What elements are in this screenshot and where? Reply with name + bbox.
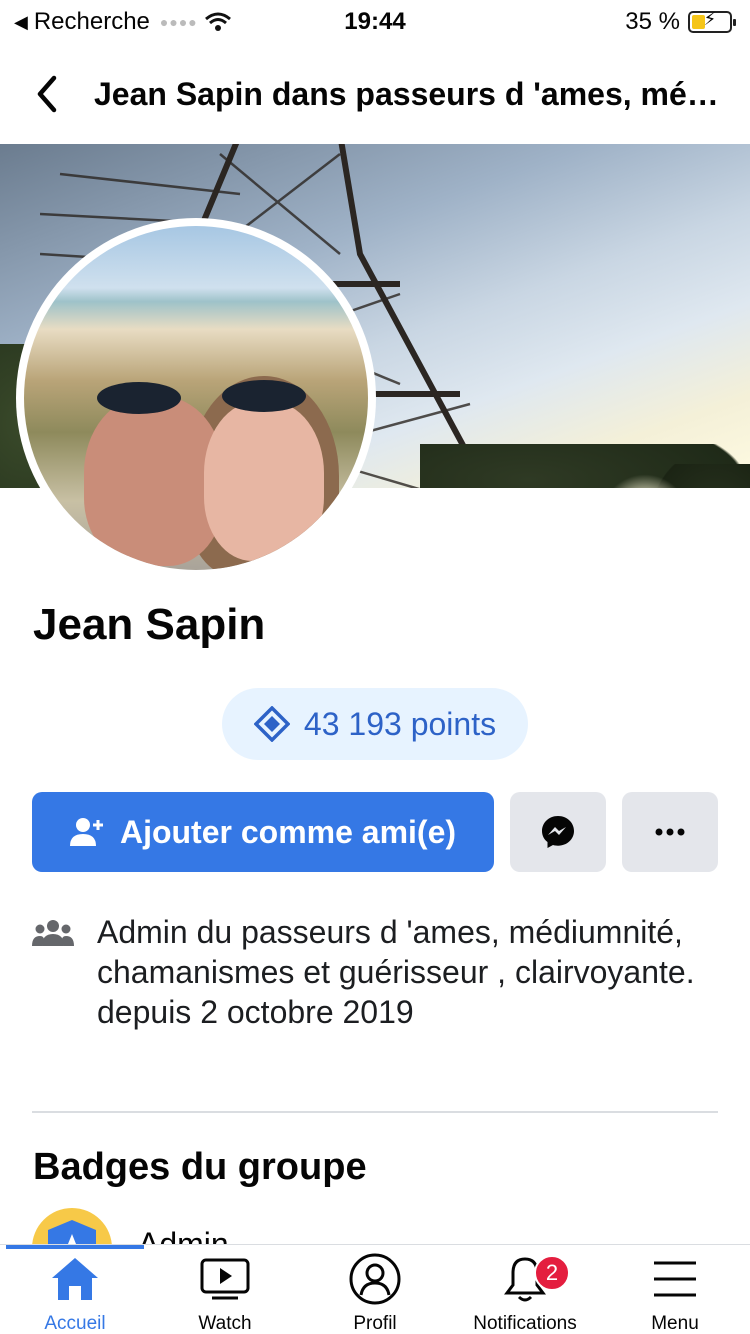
more-options-button[interactable]: [622, 792, 718, 872]
menu-icon: [654, 1261, 696, 1297]
more-dots-icon: [655, 828, 685, 836]
points-label: 43 193 points: [303, 705, 497, 742]
admin-prefix: Admin du: [97, 914, 242, 950]
messenger-button[interactable]: [510, 792, 606, 872]
tab-home[interactable]: Accueil: [0, 1251, 150, 1334]
tab-notifications-label: Notifications: [473, 1313, 577, 1334]
points-diamond-icon: [253, 706, 290, 742]
tab-menu-label: Menu: [651, 1313, 699, 1334]
status-right: 35 % ⚡: [625, 8, 736, 36]
profile-name: Jean Sapin: [33, 600, 266, 649]
tab-menu[interactable]: Menu: [600, 1251, 750, 1334]
tab-profile[interactable]: Profil: [300, 1251, 450, 1334]
watch-icon: [200, 1258, 250, 1300]
notifications-count-badge: 2: [534, 1255, 570, 1291]
active-tab-indicator: [6, 1245, 144, 1249]
page-header: Jean Sapin dans passeurs d 'ames, médium…: [0, 48, 750, 142]
group-members-icon: [32, 920, 74, 946]
add-user-icon: [69, 818, 103, 846]
tab-watch-label: Watch: [198, 1313, 252, 1334]
tab-profile-label: Profil: [353, 1313, 397, 1334]
tab-watch[interactable]: Watch: [150, 1251, 300, 1334]
points-badge[interactable]: 43 193 points: [222, 688, 528, 760]
tab-notifications[interactable]: 2 Notifications: [450, 1251, 600, 1334]
profile-icon: [349, 1253, 401, 1305]
page-title: Jean Sapin dans passeurs d 'ames, médium…: [94, 76, 720, 112]
badges-section-title: Badges du groupe: [33, 1146, 367, 1188]
back-chevron-icon[interactable]: [30, 70, 66, 118]
bottom-tab-bar: Accueil Watch Profil 2 Notifications Men…: [0, 1244, 750, 1334]
home-icon: [52, 1258, 98, 1300]
section-divider: [32, 1111, 718, 1113]
profile-avatar[interactable]: [16, 218, 376, 578]
battery-icon: ⚡: [688, 9, 736, 33]
battery-percent: 35 %: [625, 8, 680, 35]
add-friend-button[interactable]: Ajouter comme ami(e): [32, 792, 494, 872]
add-friend-label: Ajouter comme ami(e): [119, 813, 457, 850]
admin-info-text: Admin du passeurs d 'ames, médiumnité, c…: [97, 912, 717, 1032]
admin-since: depuis 2 octobre 2019: [97, 994, 414, 1030]
messenger-icon: [542, 816, 574, 848]
status-bar: ◀ Recherche ●●●● 19:44 35 % ⚡: [0, 0, 750, 42]
tab-home-label: Accueil: [44, 1313, 106, 1334]
